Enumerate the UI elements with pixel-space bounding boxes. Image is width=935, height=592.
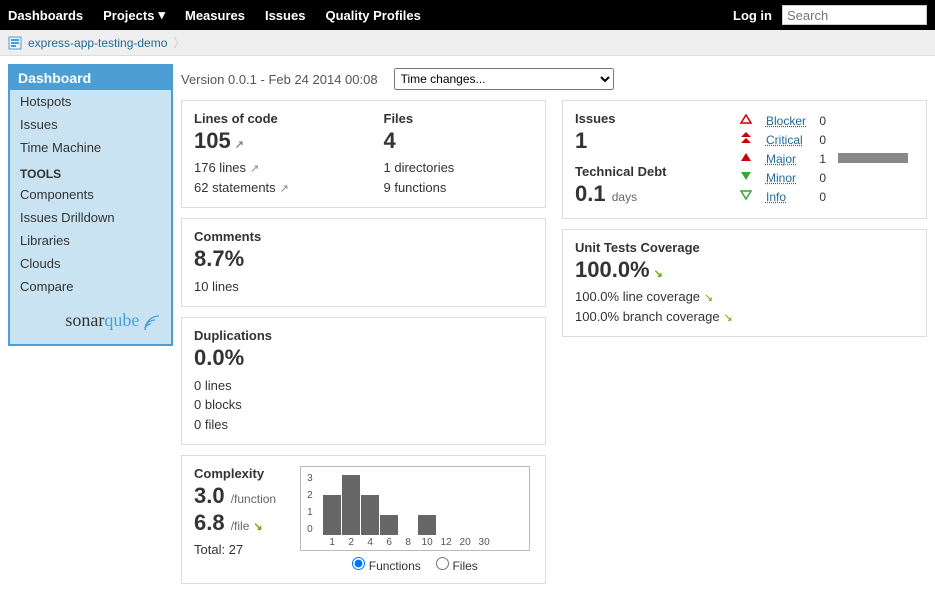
complexity-bar [361,495,379,535]
coverage-title: Unit Tests Coverage [575,240,914,255]
severity-blocker-icon [740,114,754,128]
severity-row-major: Major 1 [734,149,914,168]
severity-minor-icon [740,171,754,185]
time-changes-select[interactable]: Time changes... [394,68,614,90]
severity-minor-count: 0 [812,168,832,187]
files-value[interactable]: 4 [384,128,534,154]
debt-value[interactable]: 0.1 days [575,181,734,207]
comments-lines[interactable]: 10 lines [194,277,533,297]
comments-title: Comments [194,229,533,244]
version-bar: Version 0.0.1 - Feb 24 2014 00:08 Time c… [181,64,927,100]
severity-critical-icon [740,132,754,146]
files-functions[interactable]: 9 functions [384,180,447,195]
severity-major-count: 1 [812,149,832,168]
logo-word-a: sonar [65,310,104,330]
nav-projects[interactable]: Projects ▾ [103,7,165,23]
dup-lines[interactable]: 0 lines [194,378,232,393]
widget-loc: Lines of code 105 176 lines 62 statement… [181,100,546,208]
severity-row-minor: Minor 0 [734,168,914,187]
complexity-per-file[interactable]: 6.8 /file [194,510,276,536]
breadcrumb: express-app-testing-demo 〉 [0,30,935,56]
dup-value[interactable]: 0.0% [194,345,533,371]
sidebar-item-issues[interactable]: Issues [10,113,171,136]
severity-row-info: Info 0 [734,187,914,206]
widget-comments: Comments 8.7% 10 lines [181,218,546,307]
widget-duplications: Duplications 0.0% 0 lines 0 blocks 0 fil… [181,317,546,445]
logo-word-b: qube [104,310,139,330]
sidebar-tools-header: TOOLS [10,159,171,183]
severity-table: Blocker 0 Critical 0 Major 1 Minor 0 Info 0 [734,111,914,206]
complexity-bar [323,495,341,535]
topbar: Dashboards Projects ▾ Measures Issues Qua… [0,0,935,30]
severity-row-blocker: Blocker 0 [734,111,914,130]
coverage-value[interactable]: 100.0% [575,257,914,283]
debt-title: Technical Debt [575,164,734,179]
chevron-right-icon: 〉 [173,34,185,51]
severity-info-count: 0 [812,187,832,206]
complexity-per-fn[interactable]: 3.0 /function [194,483,276,509]
severity-major-bar [838,153,908,163]
nav-measures[interactable]: Measures [185,7,245,23]
files-dirs[interactable]: 1 directories [384,160,455,175]
severity-row-critical: Critical 0 [734,130,914,149]
severity-info-icon [740,190,754,204]
sidebar-item-hotspots[interactable]: Hotspots [10,90,171,113]
loc-lines[interactable]: 176 lines [194,160,259,175]
nav-quality-profiles[interactable]: Quality Profiles [325,7,420,23]
project-icon [8,36,22,50]
radio-files[interactable]: Files [436,559,478,573]
severity-major-icon [740,152,754,166]
complexity-bar [342,475,360,535]
search-input[interactable] [782,5,927,25]
dup-files[interactable]: 0 files [194,417,228,432]
complexity-title: Complexity [194,466,276,481]
sidebar-item-components[interactable]: Components [10,183,171,206]
main-content: Version 0.0.1 - Feb 24 2014 00:08 Time c… [181,64,927,584]
loc-statements[interactable]: 62 statements [194,180,289,195]
sidebar-item-libraries[interactable]: Libraries [10,229,171,252]
nav-projects-label: Projects [103,8,154,23]
topnav: Dashboards Projects ▾ Measures Issues Qua… [8,7,421,23]
issues-count[interactable]: 1 [575,128,734,154]
sidebar-tab-dashboard[interactable]: Dashboard [10,66,171,90]
sidebar-item-compare[interactable]: Compare [10,275,171,298]
sidebar-item-clouds[interactable]: Clouds [10,252,171,275]
dup-title: Duplications [194,328,533,343]
complexity-bar [418,515,436,535]
complexity-bar [380,515,398,535]
widget-issues: Issues 1 Technical Debt 0.1 days Blocker… [562,100,927,219]
severity-minor-link[interactable]: Minor [766,171,796,185]
sonarqube-logo: sonarqube [10,298,171,336]
coverage-line[interactable]: 100.0% line coverage [575,289,713,304]
severity-blocker-count: 0 [812,111,832,130]
dup-blocks[interactable]: 0 blocks [194,397,242,412]
complexity-total: Total: 27 [194,540,276,560]
widget-complexity: Complexity 3.0 /function 6.8 /file Total… [181,455,546,584]
severity-info-link[interactable]: Info [766,190,786,204]
nav-issues[interactable]: Issues [265,7,305,23]
login-link[interactable]: Log in [733,8,772,23]
sidebar-item-issues-drilldown[interactable]: Issues Drilldown [10,206,171,229]
severity-critical-link[interactable]: Critical [766,133,803,147]
severity-blocker-link[interactable]: Blocker [766,114,806,128]
version-text: Version 0.0.1 - Feb 24 2014 00:08 [181,72,378,87]
breadcrumb-project[interactable]: express-app-testing-demo [28,36,167,50]
loc-value[interactable]: 105 [194,128,344,154]
issues-title: Issues [575,111,734,126]
loc-title: Lines of code [194,111,344,126]
complexity-chart: 0123 1246810122030 [300,466,530,551]
comments-value[interactable]: 8.7% [194,246,533,272]
widget-coverage: Unit Tests Coverage 100.0% 100.0% line c… [562,229,927,337]
severity-major-link[interactable]: Major [766,152,796,166]
nav-dashboards[interactable]: Dashboards [8,7,83,23]
chevron-down-icon: ▾ [158,7,165,23]
complexity-radio-group: Functions Files [300,557,530,573]
sidebar: Dashboard Hotspots Issues Time Machine T… [8,64,173,346]
sidebar-item-time-machine[interactable]: Time Machine [10,136,171,159]
coverage-branch[interactable]: 100.0% branch coverage [575,309,733,324]
severity-critical-count: 0 [812,130,832,149]
files-title: Files [384,111,534,126]
radio-functions[interactable]: Functions [352,559,420,573]
